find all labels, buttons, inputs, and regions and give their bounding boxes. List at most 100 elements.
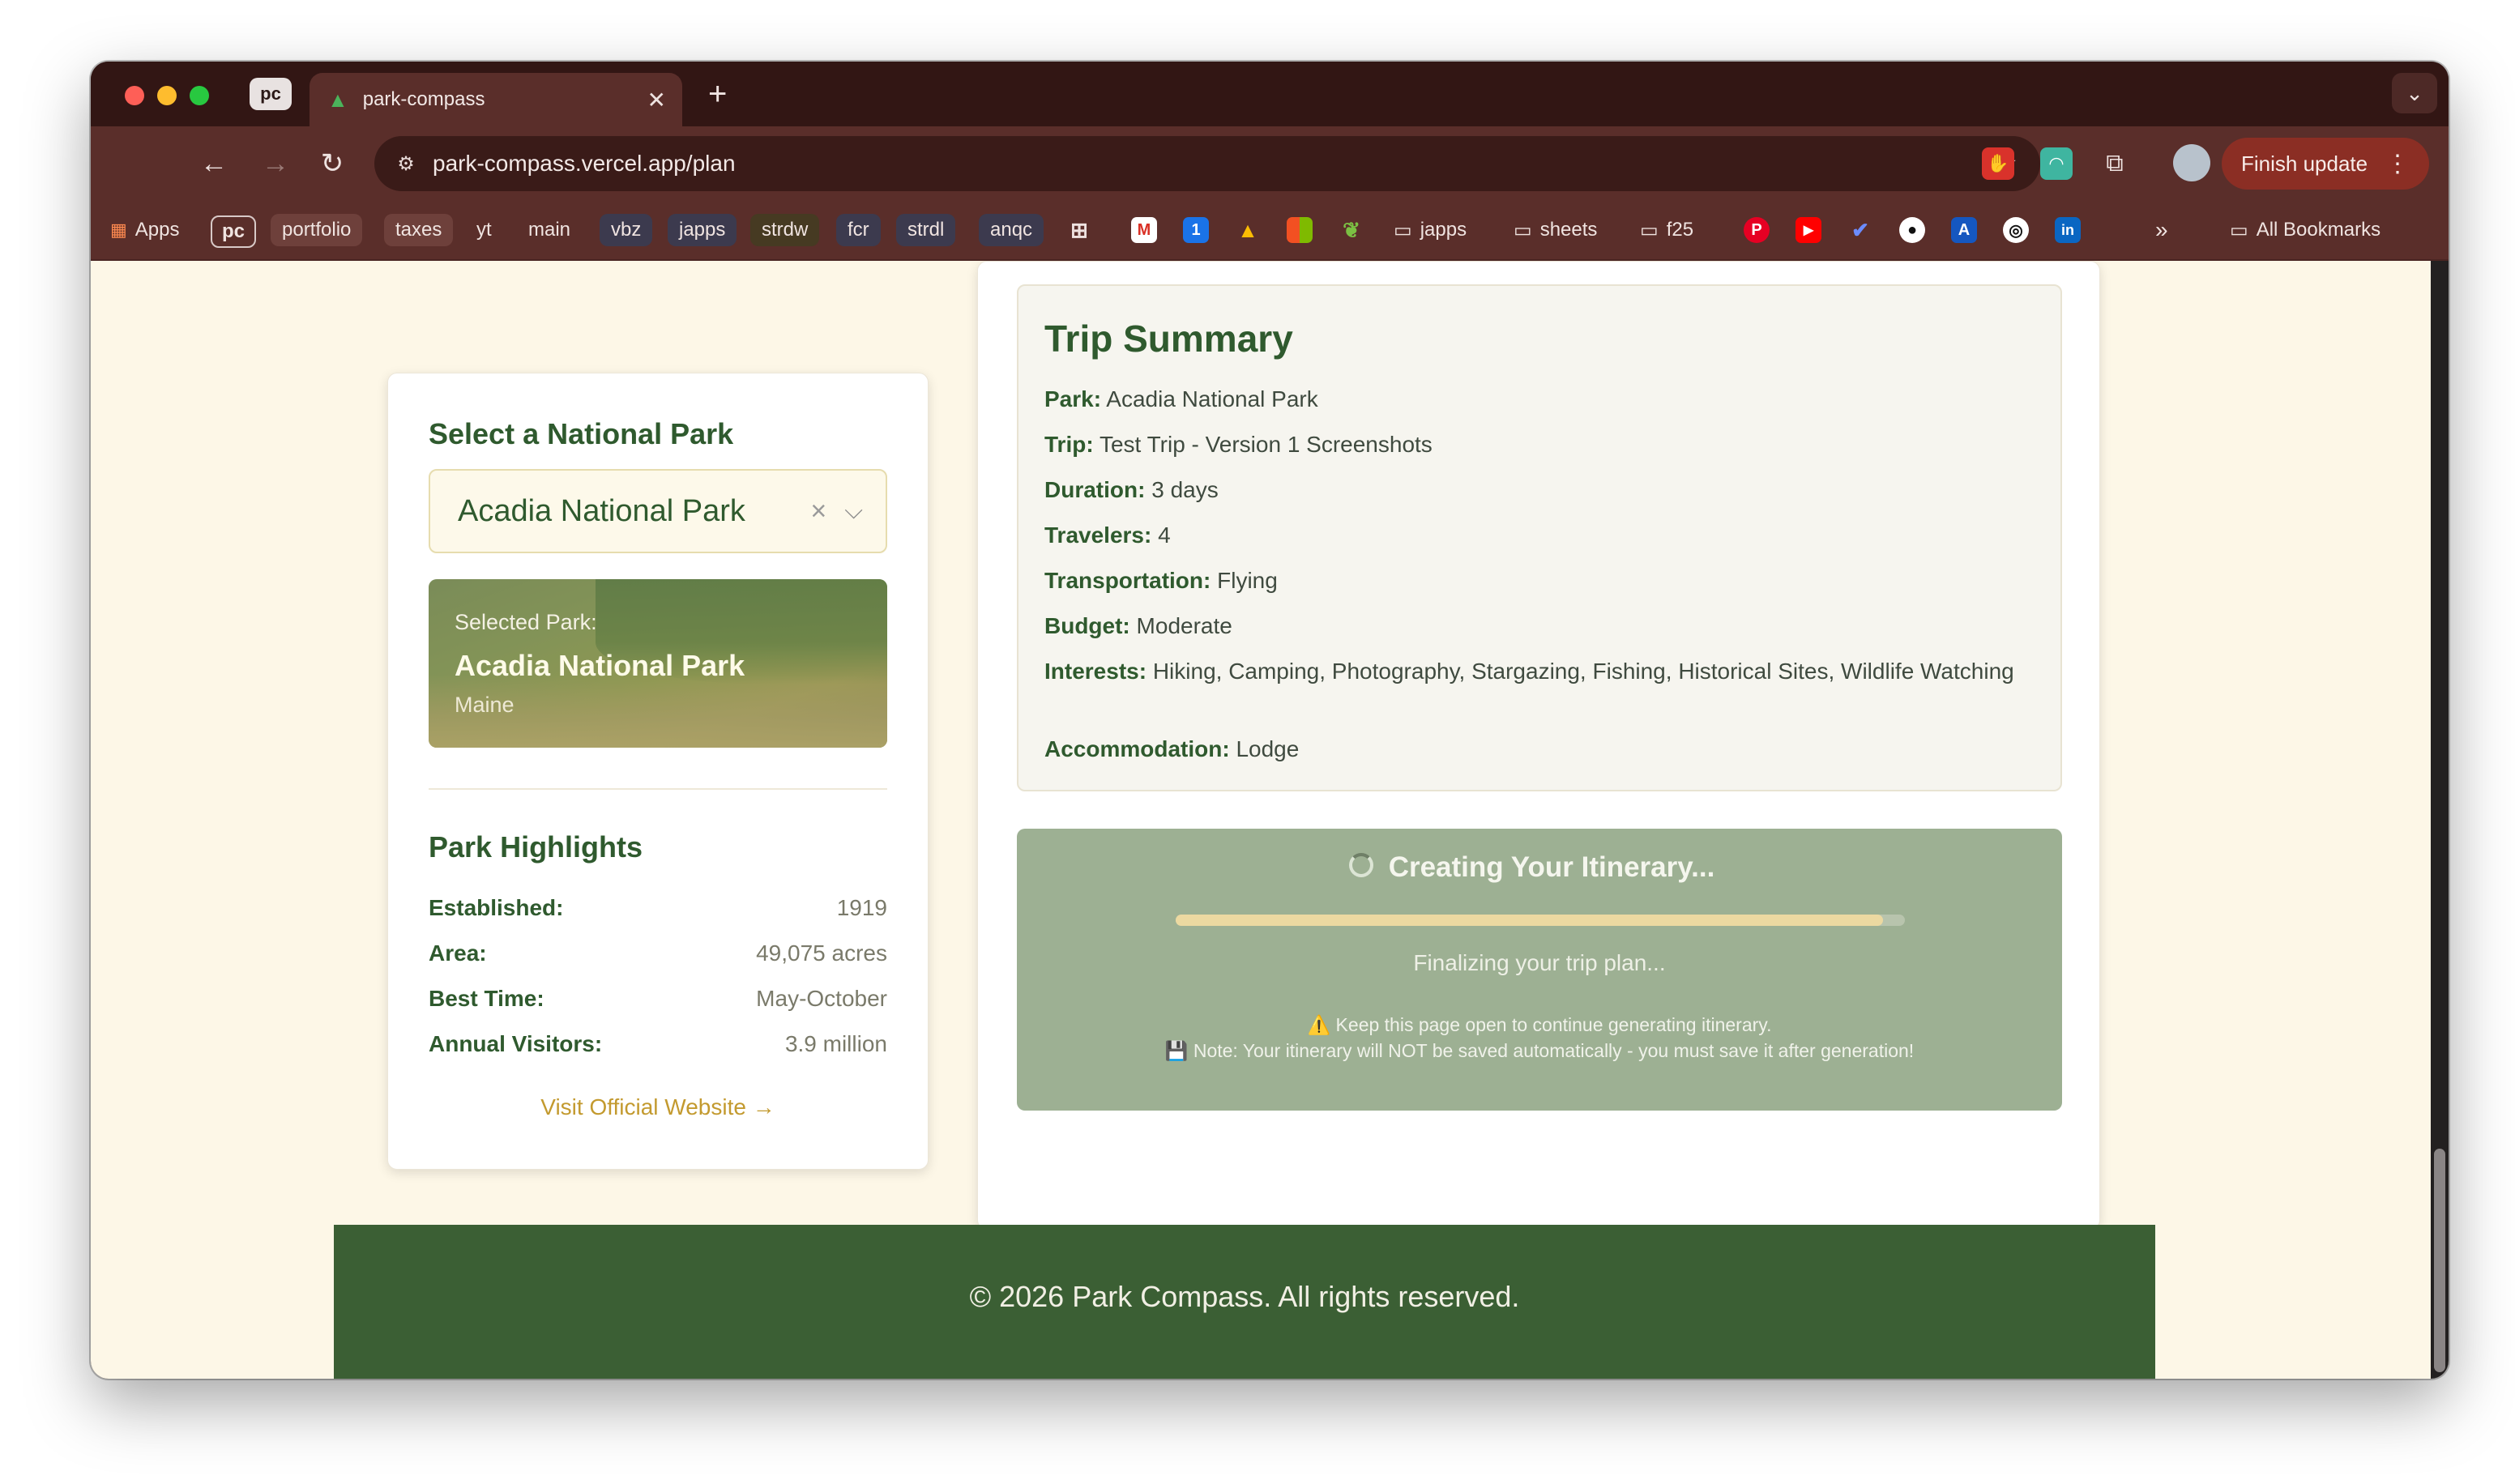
bookmarks-bar: ▦ Apps pc portfolio taxes yt main vbz ja… [91,201,2449,261]
maximize-window-button[interactable] [190,86,209,105]
gmail-icon[interactable]: M [1131,217,1157,243]
loading-title: Creating Your Itinerary... [1388,851,1715,883]
forward-arrow-icon[interactable]: → [256,144,295,183]
summary-row-trip: Trip: Test Trip - Version 1 Screenshots [1044,432,1433,457]
bookmark-japps[interactable]: japps [668,214,737,246]
loading-status: Finalizing your trip plan... [1413,950,1666,975]
site-settings-icon[interactable]: ⚙ [394,151,418,176]
extension-stop-icon[interactable]: ✋ [1982,147,2014,180]
clear-icon[interactable]: × [810,496,826,527]
highlight-row: Area: 49,075 acres [429,940,887,966]
browser-toolbar: ← → ↻ ⚙ park-compass.vercel.app/plan ☆ ✋… [91,126,2449,201]
summary-row-budget: Budget: Moderate [1044,613,1232,638]
highlight-row: Best Time: May-October [429,986,887,1011]
a-app-icon[interactable]: A [1951,217,1977,243]
folder-icon: ▭ [2230,219,2248,241]
avatar[interactable] [2173,144,2210,181]
bookmark-anqc[interactable]: anqc [979,214,1044,246]
url-text[interactable]: park-compass.vercel.app/plan [433,151,1993,177]
selected-park-label: Selected Park: [455,610,597,634]
bookmark-strdw[interactable]: strdw [750,214,820,246]
address-bar[interactable]: ⚙ park-compass.vercel.app/plan ☆ [374,136,2040,191]
page-footer: © 2026 Park Compass. All rights reserved… [334,1225,2155,1379]
chevron-down-icon[interactable]: ⌄ [2392,73,2437,113]
openai-icon[interactable]: ◎ [2003,217,2029,243]
summary-row-accommodation: Accommodation: Lodge [1044,736,1300,761]
selected-park-state: Maine [455,693,515,717]
bookmark-apps[interactable]: ▦ Apps [110,214,180,246]
summary-row-duration: Duration: 3 days [1044,477,1219,502]
bookmark-main[interactable]: main [528,214,570,246]
summary-row-transportation: Transportation: Flying [1044,568,1278,593]
itinerary-loading-panel: Creating Your Itinerary... Finalizing yo… [1017,829,2062,1111]
bookmark-yt[interactable]: yt [476,214,492,246]
scrollbar-thumb[interactable] [2434,1149,2445,1372]
tab-title: park-compass [362,88,485,110]
finish-update-button[interactable]: Finish update ⋮ [2222,138,2429,190]
summary-row-interests: Interests: Hiking, Camping, Photography,… [1044,659,2014,684]
back-arrow-icon[interactable]: ← [194,144,233,183]
bookmark-fcr[interactable]: fcr [836,214,881,246]
progress-fill [1176,915,1883,926]
close-window-button[interactable] [125,86,144,105]
bookmark-taxes[interactable]: taxes [384,214,454,246]
bookmark-vbz[interactable]: vbz [600,214,653,246]
close-icon[interactable]: ✕ [647,87,666,113]
summary-row-travelers: Travelers: 4 [1044,522,1171,548]
all-bookmarks[interactable]: ▭ All Bookmarks [2230,214,2380,246]
bookmark-strdl[interactable]: strdl [896,214,956,246]
apps-grid-icon: ▦ [110,220,127,240]
bird-icon[interactable]: ✔ [1847,217,1873,243]
youtube-icon[interactable]: ▶ [1796,217,1821,243]
puzzle-icon[interactable]: ⧉ [2099,147,2131,180]
more-vert-icon[interactable]: ⋮ [2385,150,2410,178]
more-bookmarks-icon[interactable]: » [2155,214,2168,246]
reload-icon[interactable]: ↻ [313,144,352,183]
loading-note: ⚠️ Keep this page open to continue gener… [1164,1014,1915,1061]
folder-icon: ▭ [1640,219,1659,241]
grid-icon[interactable]: ⊞ [1066,217,1092,243]
github-icon[interactable]: ● [1899,217,1925,243]
footer-copyright: © 2026 Park Compass. All rights reserved… [969,1280,1520,1313]
browser-window: pc ▲ park-compass ✕ + ⌄ ← → ↻ ⚙ park-com… [91,62,2449,1379]
page-viewport: Select a National Park Acadia National P… [91,261,2449,1379]
selected-park-name: Acadia National Park [455,649,745,682]
park-selection-card: Select a National Park Acadia National P… [387,373,929,1170]
progress-bar [1176,915,1905,926]
scrollbar[interactable] [2431,261,2449,1379]
park-image: Selected Park: Acadia National Park Main… [429,579,887,748]
extension-app-icon[interactable]: ◠ [2040,147,2073,180]
pinterest-icon[interactable]: P [1744,217,1770,243]
trip-card: Trip Summary Park: Acadia National Park … [977,261,2100,1230]
tree-icon: ▲ [327,87,348,112]
linkedin-icon[interactable]: in [2055,217,2081,243]
pinned-tab[interactable]: pc [250,78,292,110]
divider [429,788,887,790]
chevron-down-icon[interactable]: ⌵ [844,497,863,525]
leaf-icon[interactable]: ❦ [1339,217,1364,243]
new-tab-button[interactable]: + [708,76,727,112]
folder-icon: ▭ [1394,219,1412,241]
drive-icon[interactable]: ▲ [1235,217,1261,243]
bookmark-portfolio[interactable]: portfolio [271,214,363,246]
select-park-label: Select a National Park [429,417,734,450]
microsoft-icon[interactable] [1287,217,1313,243]
trip-summary: Trip Summary Park: Acadia National Park … [1017,284,2062,791]
bookmark-folder-f25[interactable]: ▭ f25 [1640,214,1693,246]
visit-website-link[interactable]: Visit Official Website → [388,1094,928,1120]
calendar-icon[interactable]: 1 [1183,217,1209,243]
park-select-value: Acadia National Park [458,493,745,528]
folder-icon: ▭ [1514,219,1532,241]
park-select[interactable]: Acadia National Park × ⌵ [429,469,887,553]
minimize-window-button[interactable] [157,86,177,105]
park-highlights-title: Park Highlights [429,830,643,864]
highlight-row: Established: 1919 [429,895,887,920]
highlight-row: Annual Visitors: 3.9 million [429,1031,887,1056]
summary-row-park: Park: Acadia National Park [1044,386,1318,412]
bookmark-folder-japps[interactable]: ▭ japps [1394,214,1467,246]
finish-update-label: Finish update [2241,151,2368,176]
bookmark-folder-sheets[interactable]: ▭ sheets [1514,214,1597,246]
tab-park-compass[interactable]: ▲ park-compass ✕ [310,73,682,126]
bookmark-pc[interactable]: pc [211,215,257,248]
tab-strip: pc ▲ park-compass ✕ + ⌄ [91,62,2449,126]
